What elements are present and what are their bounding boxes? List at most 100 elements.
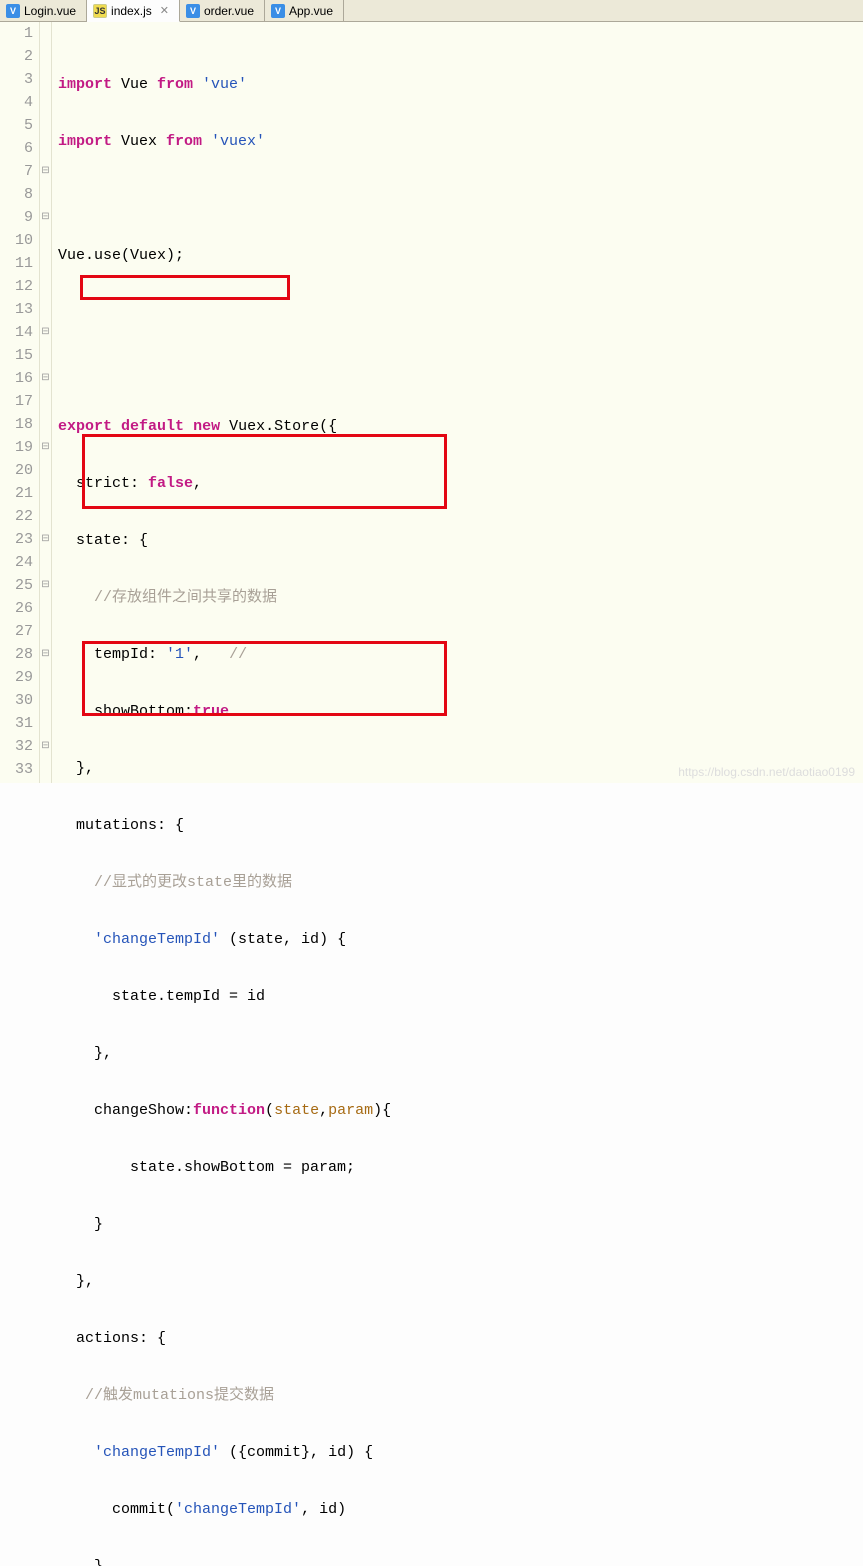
line-number: 17 xyxy=(0,390,33,413)
line-number: 4 xyxy=(0,91,33,114)
code-area[interactable]: import Vue from 'vue' import Vuex from '… xyxy=(52,22,863,783)
code-line[interactable]: } xyxy=(52,1213,863,1236)
line-number: 15 xyxy=(0,344,33,367)
code-line[interactable]: export default new Vuex.Store({ xyxy=(52,415,863,438)
code-line[interactable]: tempId: '1', // xyxy=(52,643,863,666)
fold-marker xyxy=(40,482,51,505)
line-number: 20 xyxy=(0,459,33,482)
fold-marker xyxy=(40,413,51,436)
code-line[interactable] xyxy=(52,187,863,210)
code-line[interactable]: actions: { xyxy=(52,1327,863,1350)
vue-file-icon: V xyxy=(186,4,200,18)
fold-marker xyxy=(40,22,51,45)
vue-file-icon: V xyxy=(271,4,285,18)
line-number: 14 xyxy=(0,321,33,344)
code-line[interactable]: }, xyxy=(52,1555,863,1566)
code-line[interactable]: import Vue from 'vue' xyxy=(52,73,863,96)
code-line[interactable]: //触发mutations提交数据 xyxy=(52,1384,863,1407)
tab-label: App.vue xyxy=(289,4,333,18)
code-line[interactable]: state.tempId = id xyxy=(52,985,863,1008)
tab-app-vue[interactable]: V App.vue xyxy=(265,0,344,21)
code-line[interactable]: 'changeTempId' ({commit}, id) { xyxy=(52,1441,863,1464)
tab-login-vue[interactable]: VLogin.vue xyxy=(0,0,87,21)
fold-marker xyxy=(40,229,51,252)
line-number: 21 xyxy=(0,482,33,505)
code-line[interactable]: state: { xyxy=(52,529,863,552)
fold-marker xyxy=(40,505,51,528)
fold-marker xyxy=(40,758,51,781)
fold-marker[interactable]: ⊟ xyxy=(40,206,51,229)
fold-marker xyxy=(40,137,51,160)
line-number: 25 xyxy=(0,574,33,597)
fold-marker xyxy=(40,114,51,137)
fold-marker[interactable]: ⊟ xyxy=(40,367,51,390)
line-number: 27 xyxy=(0,620,33,643)
fold-marker[interactable]: ⊟ xyxy=(40,321,51,344)
line-number: 23 xyxy=(0,528,33,551)
fold-marker xyxy=(40,620,51,643)
line-number: 2 xyxy=(0,45,33,68)
line-number: 11 xyxy=(0,252,33,275)
line-number: 6 xyxy=(0,137,33,160)
code-line[interactable]: import Vuex from 'vuex' xyxy=(52,130,863,153)
code-line[interactable] xyxy=(52,301,863,324)
code-editor: 1234567891011121314151617181920212223242… xyxy=(0,22,863,783)
code-line[interactable]: state.showBottom = param; xyxy=(52,1156,863,1179)
fold-gutter: ⊟ ⊟ ⊟ ⊟ ⊟ ⊟ ⊟ ⊟ ⊟ xyxy=(40,22,52,783)
code-line[interactable]: commit('changeTempId', id) xyxy=(52,1498,863,1521)
code-line[interactable]: strict: false, xyxy=(52,472,863,495)
watermark: https://blog.csdn.net/daotiao0199 xyxy=(678,765,855,779)
fold-marker xyxy=(40,298,51,321)
tab-order-vue[interactable]: Vorder.vue xyxy=(180,0,265,21)
line-number: 13 xyxy=(0,298,33,321)
code-line[interactable]: //存放组件之间共享的数据 xyxy=(52,586,863,609)
fold-marker xyxy=(40,597,51,620)
code-line[interactable]: }, xyxy=(52,1042,863,1065)
line-number: 29 xyxy=(0,666,33,689)
tab-label: index.js xyxy=(111,4,152,18)
js-file-icon: JS xyxy=(93,4,107,18)
code-line[interactable] xyxy=(52,358,863,381)
code-line[interactable]: changeShow:function(state,param){ xyxy=(52,1099,863,1122)
fold-marker xyxy=(40,459,51,482)
code-line[interactable]: mutations: { xyxy=(52,814,863,837)
tab-label: order.vue xyxy=(204,4,254,18)
line-number: 3 xyxy=(0,68,33,91)
line-number: 16 xyxy=(0,367,33,390)
fold-marker[interactable]: ⊟ xyxy=(40,436,51,459)
fold-marker xyxy=(40,666,51,689)
code-line[interactable]: }, xyxy=(52,1270,863,1293)
fold-marker[interactable]: ⊟ xyxy=(40,528,51,551)
fold-marker xyxy=(40,275,51,298)
line-number: 31 xyxy=(0,712,33,735)
code-line[interactable]: Vue.use(Vuex); xyxy=(52,244,863,267)
fold-marker xyxy=(40,91,51,114)
line-number: 10 xyxy=(0,229,33,252)
fold-marker xyxy=(40,183,51,206)
code-line[interactable]: showBottom:true xyxy=(52,700,863,723)
fold-marker xyxy=(40,689,51,712)
code-line[interactable]: 'changeTempId' (state, id) { xyxy=(52,928,863,951)
close-icon[interactable]: ✕ xyxy=(160,4,169,17)
line-number: 32 xyxy=(0,735,33,758)
editor-tabs: VLogin.vueJSindex.js✕Vorder.vueVApp.vue xyxy=(0,0,863,22)
line-number: 1 xyxy=(0,22,33,45)
fold-marker xyxy=(40,390,51,413)
line-number: 9 xyxy=(0,206,33,229)
line-number: 30 xyxy=(0,689,33,712)
line-number: 7 xyxy=(0,160,33,183)
fold-marker[interactable]: ⊟ xyxy=(40,643,51,666)
fold-marker xyxy=(40,68,51,91)
line-number: 24 xyxy=(0,551,33,574)
line-number: 28 xyxy=(0,643,33,666)
code-line[interactable]: //显式的更改state里的数据 xyxy=(52,871,863,894)
fold-marker xyxy=(40,712,51,735)
line-number-gutter: 1234567891011121314151617181920212223242… xyxy=(0,22,40,783)
line-number: 33 xyxy=(0,758,33,781)
fold-marker[interactable]: ⊟ xyxy=(40,160,51,183)
vue-file-icon: V xyxy=(6,4,20,18)
line-number: 8 xyxy=(0,183,33,206)
fold-marker[interactable]: ⊟ xyxy=(40,735,51,758)
fold-marker[interactable]: ⊟ xyxy=(40,574,51,597)
tab-index-js[interactable]: JS index.js ✕ xyxy=(87,0,180,22)
